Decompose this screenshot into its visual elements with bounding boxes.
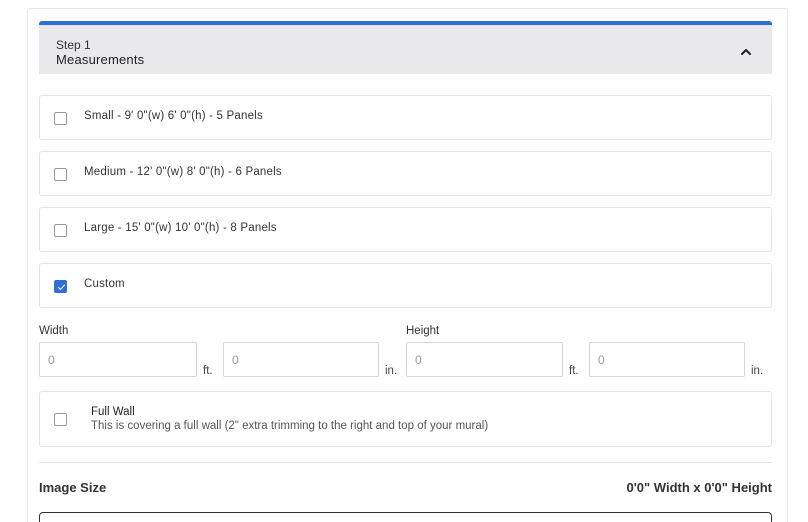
- chevron-up-icon[interactable]: [740, 45, 752, 57]
- checkmark-icon: [57, 284, 66, 291]
- width-inches-input[interactable]: [223, 342, 379, 377]
- size-option-label: Medium - 12' 0"(w) 8' 0"(h) - 6 Panels: [84, 166, 282, 178]
- step-title: Measurements: [56, 52, 145, 67]
- step-header[interactable]: Step 1 Measurements: [39, 21, 772, 74]
- step-number: Step 1: [56, 38, 91, 52]
- small-checkbox[interactable]: [54, 112, 67, 125]
- size-option-custom[interactable]: Custom: [39, 263, 772, 308]
- height-feet-input[interactable]: [406, 342, 563, 377]
- full-wall-description: This is covering a full wall (2" extra t…: [91, 420, 489, 432]
- large-checkbox[interactable]: [54, 224, 67, 237]
- size-option-small[interactable]: Small - 9' 0"(w) 6' 0"(h) - 5 Panels: [39, 95, 772, 140]
- width-label: Width: [39, 325, 69, 337]
- next-section-box[interactable]: [39, 512, 772, 522]
- full-wall-option[interactable]: Full Wall This is covering a full wall (…: [39, 391, 772, 447]
- size-option-medium[interactable]: Medium - 12' 0"(w) 8' 0"(h) - 6 Panels: [39, 151, 772, 196]
- size-option-label: Small - 9' 0"(w) 6' 0"(h) - 5 Panels: [84, 110, 263, 122]
- size-option-large[interactable]: Large - 15' 0"(w) 10' 0"(h) - 8 Panels: [39, 207, 772, 252]
- size-option-label: Custom: [84, 278, 125, 290]
- divider: [39, 462, 772, 463]
- height-label: Height: [406, 325, 440, 337]
- size-option-label: Large - 15' 0"(w) 10' 0"(h) - 8 Panels: [84, 222, 277, 234]
- width-inches-unit: in.: [385, 365, 398, 377]
- image-size-value: 0'0" Width x 0'0" Height: [626, 480, 772, 495]
- height-inches-unit: in.: [751, 365, 764, 377]
- image-size-label: Image Size: [39, 480, 107, 495]
- height-inches-input[interactable]: [589, 342, 745, 377]
- custom-checkbox[interactable]: [54, 280, 67, 293]
- full-wall-checkbox[interactable]: [54, 413, 67, 426]
- width-feet-input[interactable]: [39, 342, 197, 377]
- height-feet-unit: ft.: [569, 365, 579, 377]
- full-wall-title: Full Wall: [91, 406, 135, 418]
- medium-checkbox[interactable]: [54, 168, 67, 181]
- width-feet-unit: ft.: [203, 365, 213, 377]
